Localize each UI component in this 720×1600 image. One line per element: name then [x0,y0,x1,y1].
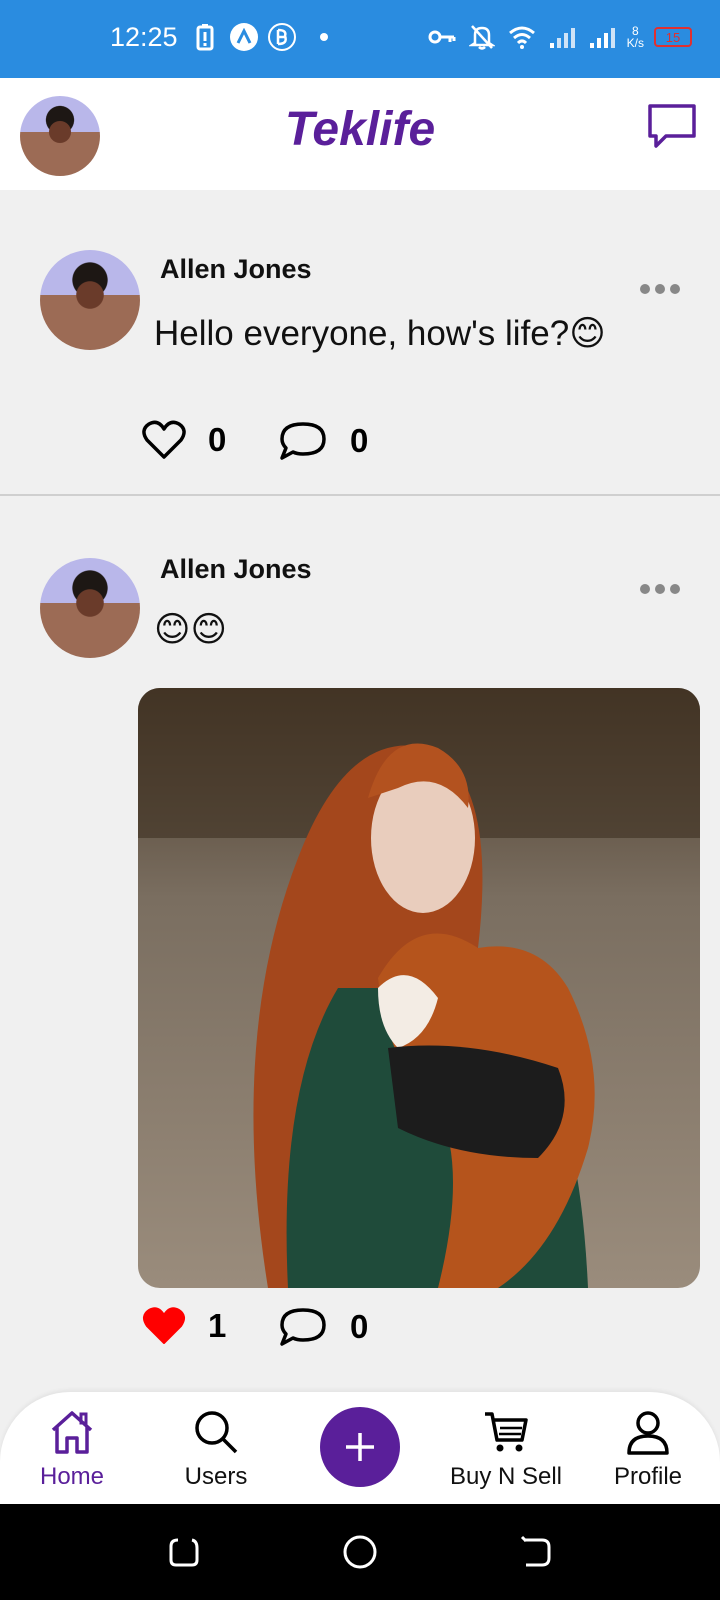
post-avatar[interactable] [40,558,140,658]
nav-profile-label: Profile [613,1463,683,1490]
network-speed: 8 K/s [627,25,644,49]
wifi-icon [507,22,537,52]
status-time: 12:25 [110,22,178,52]
nav-profile[interactable]: Profile [588,1408,708,1491]
bottom-nav: Home Users Buy N Sell Profile [0,1392,720,1504]
comment-icon [280,422,326,460]
back-icon [520,1535,551,1567]
vpn-key-icon [427,22,457,52]
nav-home-label: Home [39,1463,105,1490]
comment-count: 0 [350,1308,369,1345]
post-image[interactable] [138,688,700,1288]
battery-level: 15 [665,29,681,45]
plus-icon [346,1433,374,1461]
like-count: 0 [208,421,227,458]
network-speed-unit: K/s [626,36,644,50]
system-nav-bar [0,1504,720,1600]
comment-icon [280,1308,326,1346]
more-options-button[interactable] [640,582,680,596]
status-left-icons [190,22,328,52]
nav-buy-n-sell[interactable]: Buy N Sell [444,1408,568,1491]
more-dot [655,284,665,294]
like-button[interactable]: 1 [142,1306,226,1346]
app-b-icon [268,23,296,51]
post-author[interactable]: Allen Jones [160,254,312,285]
home-icon [51,1411,93,1454]
status-right-icons: 8 K/s 15 [427,22,692,52]
battery-icon: 15 [654,27,692,47]
post-text: 😊😊 [154,610,227,649]
app-a-icon [230,23,258,51]
cart-icon [485,1412,528,1452]
post-author[interactable]: Allen Jones [160,554,312,585]
recents-icon [169,1538,199,1567]
nav-users[interactable]: Users [156,1408,276,1491]
heart-filled-icon [143,1307,185,1344]
more-dot [655,584,665,594]
avatar-image [40,558,140,658]
comment-button[interactable]: 0 [278,1306,368,1348]
heart-outline-icon [142,420,186,459]
search-icon [195,1411,238,1454]
comment-count: 0 [350,422,369,459]
avatar-image [40,250,140,350]
post-photo [138,688,700,1288]
circle-home-icon [343,1535,377,1569]
nav-home[interactable]: Home [12,1408,132,1491]
like-button[interactable]: 0 [142,420,226,460]
more-dot [640,584,650,594]
app-title: Teklife [284,103,436,156]
nav-users-label: Users [184,1463,248,1490]
battery-saver-icon [190,22,220,52]
status-bar: 12:25 8 K/s 15 [0,0,720,78]
signal-2-icon [587,22,617,52]
comment-button[interactable]: 0 [278,420,368,462]
create-post-button[interactable] [320,1407,400,1487]
signal-1-icon [547,22,577,52]
post-text: Hello everyone, how's life?😊 [154,314,606,353]
chat-icon [648,104,696,148]
like-count: 1 [208,1307,227,1344]
messages-button[interactable] [646,100,698,152]
post-card: Allen Jones Hello everyone, how's life?😊… [0,190,720,496]
nav-buy-n-sell-label: Buy N Sell [449,1463,563,1490]
more-dot [670,284,680,294]
recents-button[interactable] [166,1534,202,1570]
more-dot [640,284,650,294]
mute-bell-icon [467,22,497,52]
back-button[interactable] [518,1534,554,1570]
person-icon [627,1411,669,1455]
post-card: Allen Jones 😊😊 1 0 [0,498,720,1398]
more-options-button[interactable] [640,282,680,296]
notification-dot-icon [320,33,328,41]
app-header: Teklife [0,78,720,190]
home-system-button[interactable] [342,1534,378,1570]
post-avatar[interactable] [40,250,140,350]
more-dot [670,584,680,594]
